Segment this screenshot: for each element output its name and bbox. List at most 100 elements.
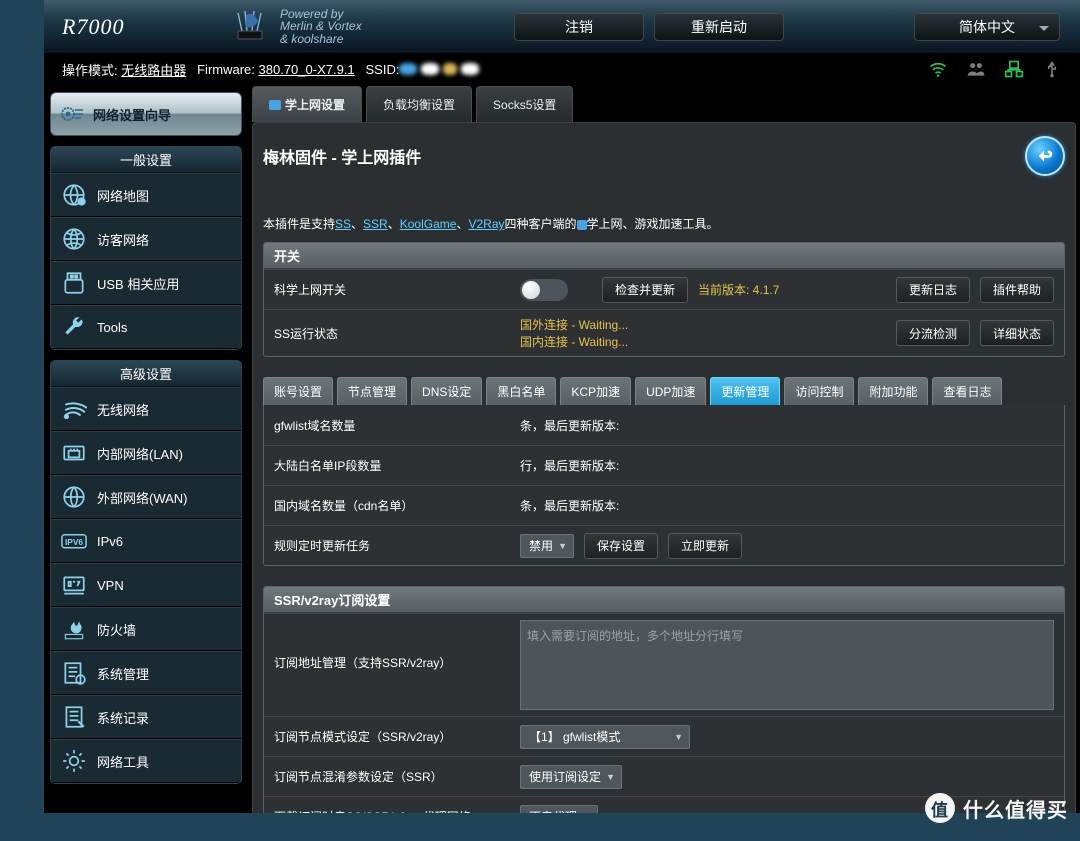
mode-label: 操作模式:: [62, 60, 118, 79]
page-title: 梅林固件 - 学上网插件: [263, 144, 421, 168]
mode-link[interactable]: 无线路由器: [121, 60, 186, 79]
advanced-header: 高级设置: [51, 361, 241, 387]
status-bar: 操作模式: 无线路由器 Firmware: 380.70_0-X7.9.1 SS…: [44, 54, 1080, 84]
usb-app-icon: [61, 271, 87, 295]
value-cdn: 条，最后更新版本:: [510, 491, 1064, 520]
log-icon: [61, 705, 87, 729]
tab-ss[interactable]: 学上网设置: [252, 86, 362, 122]
sidebar-item-tools[interactable]: Tools: [51, 305, 241, 349]
tab-loadbalance[interactable]: 负载均衡设置: [366, 86, 472, 122]
ssid-value: [399, 63, 479, 75]
advanced-panel: 高级设置 无线网络 内部网络(LAN) 外部网络(WAN) IPV6 IPv6 V…: [50, 360, 242, 784]
top-bar: R7000 Powered byMerlin & Vortex& koolsha…: [44, 0, 1080, 54]
ssid-label: SSID:: [366, 62, 400, 77]
check-update-button[interactable]: 检查并更新: [602, 277, 688, 303]
subtab-udp[interactable]: UDP加速: [635, 377, 706, 405]
sidebar-item-label: 访客网络: [97, 230, 149, 249]
detail-status-button[interactable]: 详细状态: [980, 320, 1054, 346]
sidebar-item-lan[interactable]: 内部网络(LAN): [51, 431, 241, 475]
general-panel: 一般设置 网络地图 访客网络 USB 相关应用 Tools: [50, 146, 242, 350]
label-sub-mode: 订阅节点模式设定（SSR/v2ray）: [264, 720, 510, 753]
subtab-access[interactable]: 访问控制: [784, 377, 854, 405]
back-arrow-icon: [1034, 145, 1056, 167]
changelog-button[interactable]: 更新日志: [896, 277, 970, 303]
sidebar-item-guest[interactable]: 访客网络: [51, 217, 241, 261]
label-gfwlist: gfwlist域名数量: [264, 409, 510, 442]
sub-proxy-select[interactable]: 不走代理: [520, 805, 598, 814]
sidebar-item-label: 系统记录: [97, 708, 149, 727]
brand: R7000: [62, 14, 232, 40]
sidebar-item-firewall[interactable]: 防火墙: [51, 607, 241, 651]
subtab-update[interactable]: 更新管理: [710, 377, 780, 405]
gear-icon: [59, 104, 85, 124]
sidebar-item-usb[interactable]: USB 相关应用: [51, 261, 241, 305]
label-cron: 规则定时更新任务: [264, 529, 510, 562]
update-table: gfwlist域名数量条，最后更新版本: 大陆白名单IP段数量行，最后更新版本:…: [263, 405, 1065, 566]
help-button[interactable]: 插件帮助: [980, 277, 1054, 303]
sub-obfs-select[interactable]: 使用订阅设定: [520, 765, 622, 789]
sub-mode-select[interactable]: 【1】 gfwlist模式: [520, 725, 690, 749]
link-ss[interactable]: SS: [335, 217, 351, 231]
sidebar-item-wireless[interactable]: 无线网络: [51, 387, 241, 431]
label-sub-url: 订阅地址管理（支持SSR/v2ray）: [264, 614, 510, 679]
sidebar-item-label: Tools: [97, 320, 127, 335]
sidebar-item-vpn[interactable]: VPN: [51, 563, 241, 607]
subtab-bwlist[interactable]: 黑白名单: [486, 377, 556, 405]
usb-icon[interactable]: [1042, 59, 1062, 79]
general-header: 一般设置: [51, 147, 241, 173]
subtab-account[interactable]: 账号设置: [263, 377, 333, 405]
fw-link[interactable]: 380.70_0-X7.9.1: [259, 62, 355, 77]
logout-button[interactable]: 注销: [514, 13, 644, 41]
tab-socks5[interactable]: Socks5设置: [476, 86, 573, 122]
sidebar-item-network-map[interactable]: 网络地图: [51, 173, 241, 217]
reboot-button[interactable]: 重新启动: [654, 13, 784, 41]
back-button[interactable]: [1025, 136, 1065, 176]
language-select[interactable]: 简体中文: [914, 13, 1060, 41]
sidebar-item-label: 网络地图: [97, 186, 149, 205]
lan-icon[interactable]: [1004, 59, 1024, 79]
wrench-icon: [61, 315, 87, 339]
router-icon: [232, 9, 268, 45]
sidebar-item-wan[interactable]: 外部网络(WAN): [51, 475, 241, 519]
subtab-nodes[interactable]: 节点管理: [337, 377, 407, 405]
sidebar-item-nettools[interactable]: 网络工具: [51, 739, 241, 783]
sidebar-item-admin[interactable]: 系统管理: [51, 651, 241, 695]
label-chnroute: 大陆白名单IP段数量: [264, 449, 510, 482]
sidebar-item-ipv6[interactable]: IPV6 IPv6: [51, 519, 241, 563]
split-test-button[interactable]: 分流检测: [896, 320, 970, 346]
label-cdn: 国内域名数量（cdn名单）: [264, 489, 510, 522]
ss-toggle[interactable]: [520, 279, 568, 301]
sidebar-item-syslog[interactable]: 系统记录: [51, 695, 241, 739]
value-chnroute: 行，最后更新版本:: [510, 451, 1064, 480]
clients-icon[interactable]: [966, 59, 986, 79]
sidebar-item-label: 防火墙: [97, 620, 136, 639]
fire-icon: [61, 617, 87, 641]
watermark-icon: 值: [925, 793, 955, 823]
link-v2ray[interactable]: V2Ray: [468, 217, 504, 231]
update-now-button[interactable]: 立即更新: [668, 533, 742, 559]
vpn-icon: [61, 573, 87, 597]
wifi-icon[interactable]: [928, 59, 948, 79]
subtab-log[interactable]: 查看日志: [932, 377, 1002, 405]
subscribe-textarea[interactable]: [520, 620, 1054, 710]
subtab-dns[interactable]: DNS设定: [411, 377, 482, 405]
subtab-kcp[interactable]: KCP加速: [560, 377, 631, 405]
subscribe-table: SSR/v2ray订阅设置 订阅地址管理（支持SSR/v2ray） 订阅节点模式…: [263, 586, 1065, 813]
admin-icon: [61, 661, 87, 685]
tabs: 学上网设置 负载均衡设置 Socks5设置: [252, 86, 1076, 122]
label-sub-obfs: 订阅节点混淆参数设定（SSR）: [264, 760, 510, 793]
current-version: 当前版本: 4.1.7: [698, 281, 779, 298]
cron-select[interactable]: 禁用: [520, 534, 574, 558]
globe-net-icon: [61, 227, 87, 251]
globe-icon: [61, 485, 87, 509]
main: 学上网设置 负载均衡设置 Socks5设置 梅林固件 - 学上网插件 本插件是支…: [248, 84, 1080, 813]
sidebar-item-label: IPv6: [97, 534, 123, 549]
label-sub-proxy: 下载订阅时走SS/SSR/v2ray代理网络: [264, 800, 510, 813]
subtab-addon[interactable]: 附加功能: [858, 377, 928, 405]
save-button[interactable]: 保存设置: [584, 533, 658, 559]
link-koolgame[interactable]: KoolGame: [400, 217, 457, 231]
wizard-button[interactable]: 网络设置向导: [50, 92, 242, 136]
sidebar-item-label: USB 相关应用: [97, 274, 179, 293]
link-ssr[interactable]: SSR: [363, 217, 388, 231]
svg-text:IPV6: IPV6: [65, 537, 83, 547]
